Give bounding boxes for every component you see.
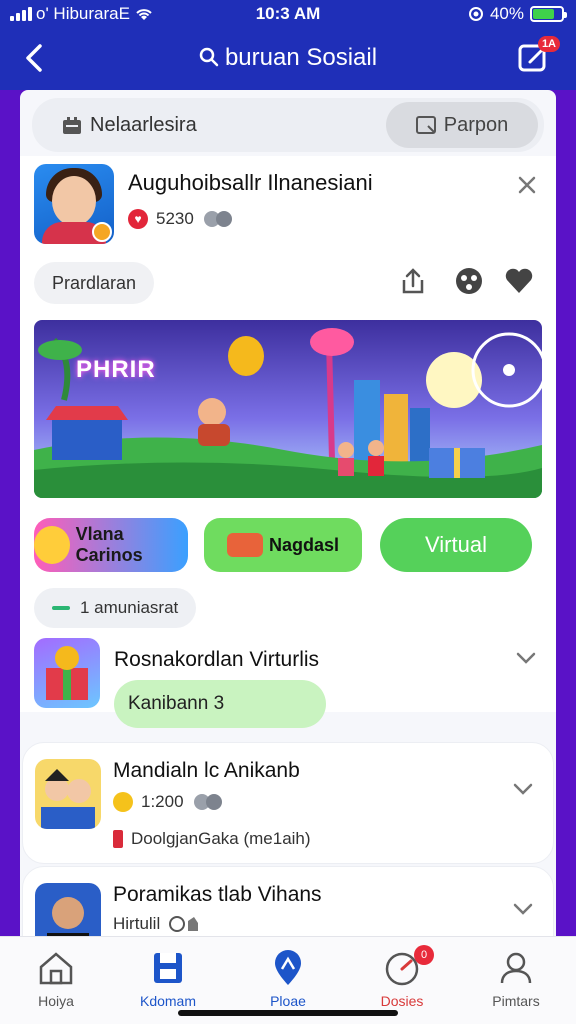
list-card-title: Poramikas tlab Vihans (113, 883, 322, 906)
comment-icon (169, 916, 199, 932)
search-icon (199, 47, 219, 67)
chip-casinos[interactable]: Vlana Carinos (34, 518, 188, 572)
post-author-name[interactable]: Auguhoibsallr Ilnanesiani (128, 170, 373, 196)
reaction-icon[interactable] (454, 266, 484, 296)
tab-profile-label: Pimtars (492, 993, 540, 1009)
tab-places[interactable]: Ploae (238, 949, 338, 1009)
list-card-subtitle: Hirtulil (113, 913, 204, 935)
list-card-stats: 1:200 (113, 791, 224, 813)
gift-icon (46, 646, 88, 700)
chip-1-label: Vlana Carinos (75, 524, 143, 565)
compose-button[interactable]: 1A (516, 36, 560, 76)
list-item-pill[interactable]: Kanibann 3 (114, 680, 326, 728)
rotation-lock-icon (468, 7, 483, 21)
members-indicator-icon (52, 606, 70, 610)
share-icon[interactable] (398, 266, 428, 296)
verified-badge-icon (92, 222, 112, 242)
dismiss-icon[interactable] (516, 174, 538, 196)
list-card-count: 1:200 (141, 792, 184, 811)
post-tag[interactable]: Prardlaran (34, 262, 155, 304)
casino-character-icon (34, 526, 70, 564)
list-card-title-2: Hirtulil (113, 914, 161, 933)
post-stats: ♥ 5230 (128, 208, 234, 230)
notification-badge: 0 (414, 945, 434, 965)
gift-box-icon (226, 533, 263, 557)
members-count[interactable]: 1 amuniasrat (34, 588, 197, 628)
battery-level (533, 9, 554, 19)
tab-left-label: Nelaarlesira (90, 114, 197, 136)
tab-dosies[interactable]: 0 Dosies (352, 945, 452, 1009)
battery-percent: 40% (489, 4, 524, 23)
gift-avatar (34, 638, 100, 708)
list-card[interactable]: Mandialn lc Anikanb 1:200 DoolgjanGaka (… (22, 742, 554, 864)
page-title[interactable]: buruan Sosiail (0, 44, 576, 72)
emoji-icon (113, 792, 133, 812)
tab-right-label: Parpon (443, 113, 509, 136)
calendar-icon (63, 116, 81, 134)
friends-icon (203, 211, 232, 227)
home-indicator[interactable] (178, 1010, 398, 1016)
profile-icon (500, 952, 532, 984)
like-icon: ♥ (128, 209, 148, 229)
list-card-avatar (35, 759, 101, 829)
tab-saved[interactable]: Kdomam (118, 949, 218, 1009)
list-item-title: Rosnakordlan Virturlis (114, 648, 320, 671)
status-bar: o' HiburaraE 10:3 AM 40% (0, 0, 576, 28)
list-card-title: Mandialn lc Anikanb (113, 759, 300, 782)
post-banner-image[interactable]: PHRIR (34, 320, 542, 498)
couple-icon (41, 769, 95, 829)
chevron-down-icon[interactable] (511, 777, 535, 801)
bookmark-icon (113, 830, 123, 848)
note-icon (415, 116, 436, 134)
friends-icon (193, 794, 222, 810)
chip-2-label: Nagdasl (268, 534, 340, 555)
tab-dosies-label: Dosies (380, 993, 424, 1009)
list-item[interactable]: Rosnakordlan Virturlis Kanibann 3 (20, 628, 556, 728)
tab-left[interactable]: Nelaarlesira (62, 114, 197, 137)
person-icon (47, 897, 89, 936)
chevron-down-icon[interactable] (511, 897, 535, 921)
list-card-subtitle: DoolgjanGaka (me1aih) (113, 829, 311, 849)
tab-home[interactable]: Hoiya (6, 949, 106, 1009)
nav-bar: buruan Sosiail 1A (0, 28, 576, 90)
banner-title: PHRIR (76, 356, 156, 383)
compose-badge: 1A (537, 36, 560, 52)
chevron-down-icon[interactable] (514, 646, 538, 670)
list-card[interactable]: Poramikas tlab Vihans Hirtulil (22, 866, 554, 936)
chip-nagdasl[interactable]: Nagdasl (204, 518, 362, 572)
list-item-pill-label: Kanibann 3 (128, 693, 225, 714)
tab-home-label: Hoiya (38, 993, 74, 1009)
tab-profile[interactable]: Pimtars (466, 949, 566, 1009)
content-area: Nelaarlesira Parpon Auguhoibsallr Ilnane… (20, 90, 556, 936)
favorite-icon[interactable] (504, 266, 534, 296)
avatar-face (52, 176, 96, 226)
battery-icon (530, 6, 567, 22)
save-icon (154, 953, 182, 983)
home-icon (39, 952, 73, 985)
tab-places-label: Ploae (270, 993, 306, 1009)
page-title-text: buruan Sosiail (224, 44, 378, 71)
tab-right[interactable]: Parpon (386, 102, 538, 148)
post-author-avatar[interactable] (34, 164, 114, 244)
list-card-avatar (35, 883, 101, 936)
tab-saved-label: Kdomam (139, 993, 197, 1009)
list-card-sub-text: DoolgjanGaka (me1aih) (131, 829, 311, 848)
post-count: 5230 (156, 209, 194, 228)
chip-virtual[interactable]: Virtual (380, 518, 532, 572)
location-icon (275, 950, 301, 985)
filter-tabs: Nelaarlesira Parpon (32, 98, 544, 152)
members-label: 1 amuniasrat (80, 598, 179, 617)
amusement-park-illustration (34, 320, 542, 498)
